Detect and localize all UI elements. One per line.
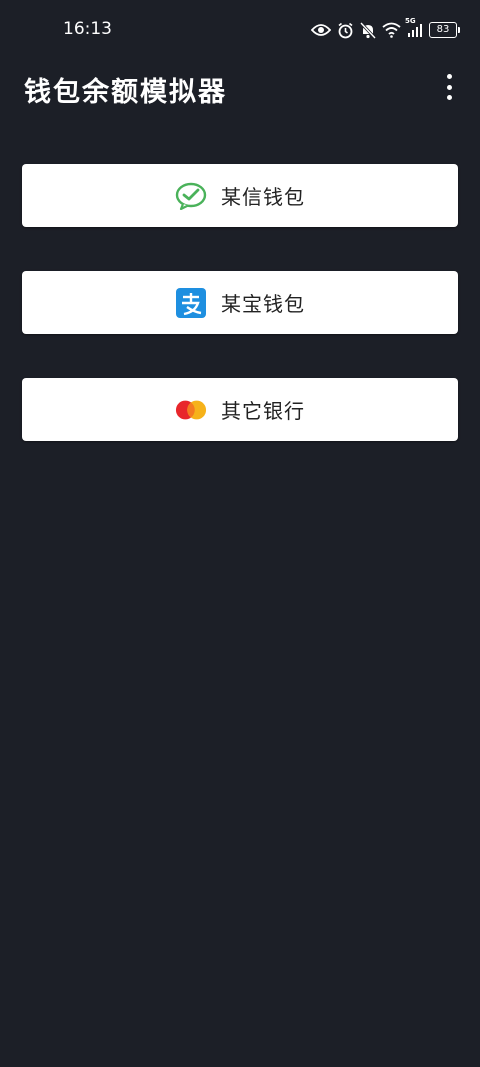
alipay-icon	[175, 287, 207, 319]
status-time: 16:13	[63, 19, 112, 39]
alipay-wallet-button[interactable]: 某宝钱包	[22, 271, 458, 334]
wifi-icon	[382, 22, 401, 38]
menu-dot	[446, 95, 452, 100]
mute-bell-icon	[360, 21, 376, 39]
wechat-icon	[175, 180, 207, 212]
mastercard-icon	[175, 394, 207, 426]
signal-icon	[408, 24, 422, 37]
battery-cap	[458, 27, 460, 33]
status-icons: 5G 83	[311, 17, 460, 40]
battery-indicator: 83	[429, 22, 460, 38]
other-bank-label: 其它银行	[221, 399, 305, 423]
app-title: 钱包余额模拟器	[24, 77, 227, 108]
menu-dot	[446, 84, 452, 90]
signal-5g: 5G	[405, 17, 423, 37]
status-bar: 16:13 5G 83	[0, 0, 480, 58]
more-vertical-icon[interactable]	[442, 74, 456, 100]
alipay-wallet-label: 某宝钱包	[221, 292, 305, 316]
app-bar: 钱包余额模拟器	[0, 58, 480, 118]
network-type: 5G	[405, 17, 416, 25]
battery-level: 83	[429, 22, 457, 38]
wechat-wallet-label: 某信钱包	[221, 185, 305, 209]
eye-icon	[311, 24, 331, 36]
menu-dot	[446, 74, 452, 79]
wechat-wallet-button[interactable]: 某信钱包	[22, 164, 458, 227]
alarm-icon	[338, 22, 353, 38]
other-bank-button[interactable]: 其它银行	[22, 378, 458, 441]
